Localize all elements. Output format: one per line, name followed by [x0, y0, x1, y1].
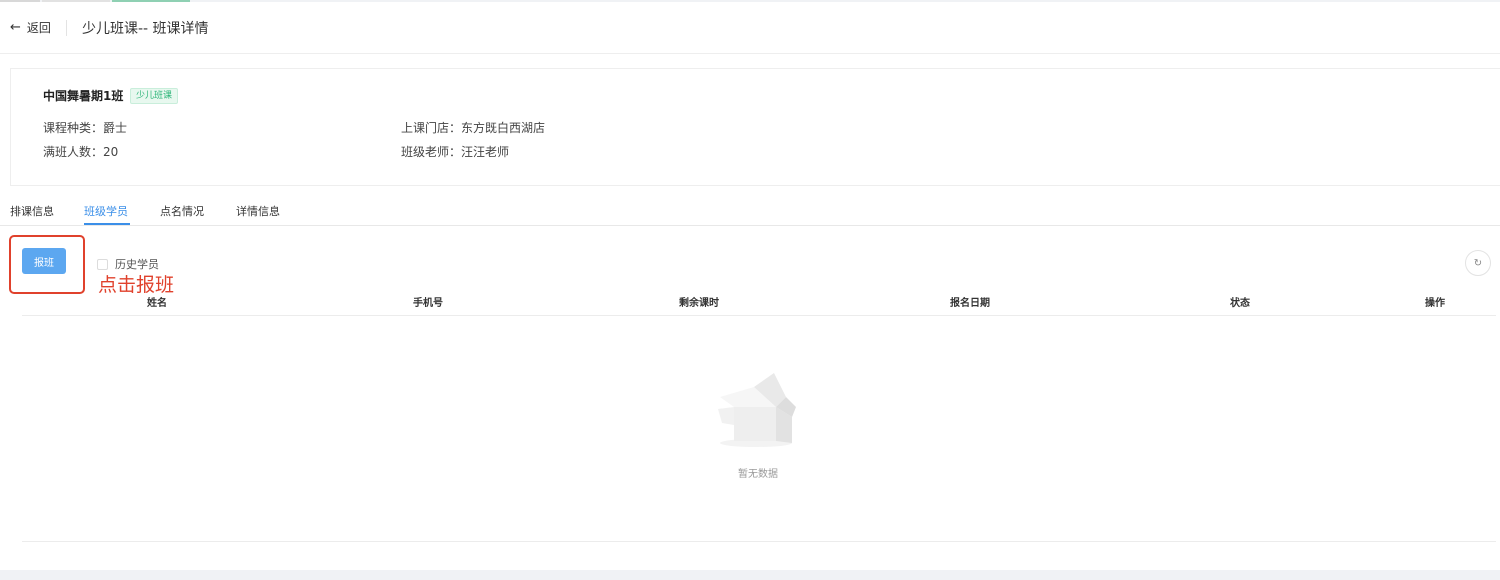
- column-header-status: 状态: [1230, 298, 1250, 309]
- back-label: 返回: [26, 21, 51, 35]
- tab-schedule[interactable]: 排课信息: [10, 203, 54, 219]
- arrow-left-icon: ←: [10, 20, 21, 35]
- class-name: 中国舞暑期1班: [43, 89, 124, 103]
- tab-roll-call[interactable]: 点名情况: [160, 203, 204, 219]
- store-field: 上课门店：东方既白西湖店: [401, 121, 546, 135]
- page-title: 少儿班课-- 班课详情: [82, 21, 209, 37]
- tab-details[interactable]: 详情信息: [236, 203, 280, 219]
- class-info-card: 中国舞暑期1班 少儿班课 课程种类：爵士 满班人数：20 上课门店：东方既白西湖…: [10, 68, 1500, 186]
- empty-box-icon: [718, 373, 796, 447]
- column-header-phone: 手机号: [413, 298, 443, 309]
- column-header-name: 姓名: [147, 298, 167, 309]
- history-students-checkbox[interactable]: 历史学员: [97, 256, 159, 272]
- back-button[interactable]: ← 返回: [10, 19, 51, 36]
- history-students-label: 历史学员: [115, 258, 159, 271]
- teacher-field: 班级老师：汪汪老师: [401, 145, 510, 159]
- page-header: ← 返回 少儿班课-- 班课详情: [0, 2, 1500, 54]
- table-bottom-divider: [22, 541, 1496, 542]
- checkbox-box[interactable]: [97, 258, 108, 270]
- course-type-field: 课程种类：爵士: [43, 121, 128, 135]
- header-divider: [66, 20, 67, 36]
- annotation-highlight-box: [9, 235, 85, 294]
- refresh-icon: ↻: [1473, 257, 1483, 269]
- annotation-text: 点击报班: [98, 274, 175, 296]
- column-header-actions: 操作: [1425, 298, 1445, 309]
- table-header-divider: [22, 315, 1496, 316]
- column-header-remaining-hours: 剩余课时: [679, 298, 719, 309]
- empty-state-text: 暂无数据: [738, 469, 778, 480]
- refresh-button[interactable]: ↻: [1465, 250, 1491, 276]
- tab-class-students[interactable]: 班级学员: [84, 203, 128, 219]
- page: ← 返回 少儿班课-- 班课详情 中国舞暑期1班 少儿班课 课程种类：爵士 满班…: [0, 2, 1500, 570]
- capacity-field: 满班人数：20: [43, 145, 119, 159]
- class-type-tag: 少儿班课: [130, 88, 179, 104]
- active-tab-indicator: [84, 223, 130, 225]
- column-header-enroll-date: 报名日期: [950, 298, 990, 309]
- tab-bar: 排课信息 班级学员 点名情况 详情信息: [0, 196, 1500, 226]
